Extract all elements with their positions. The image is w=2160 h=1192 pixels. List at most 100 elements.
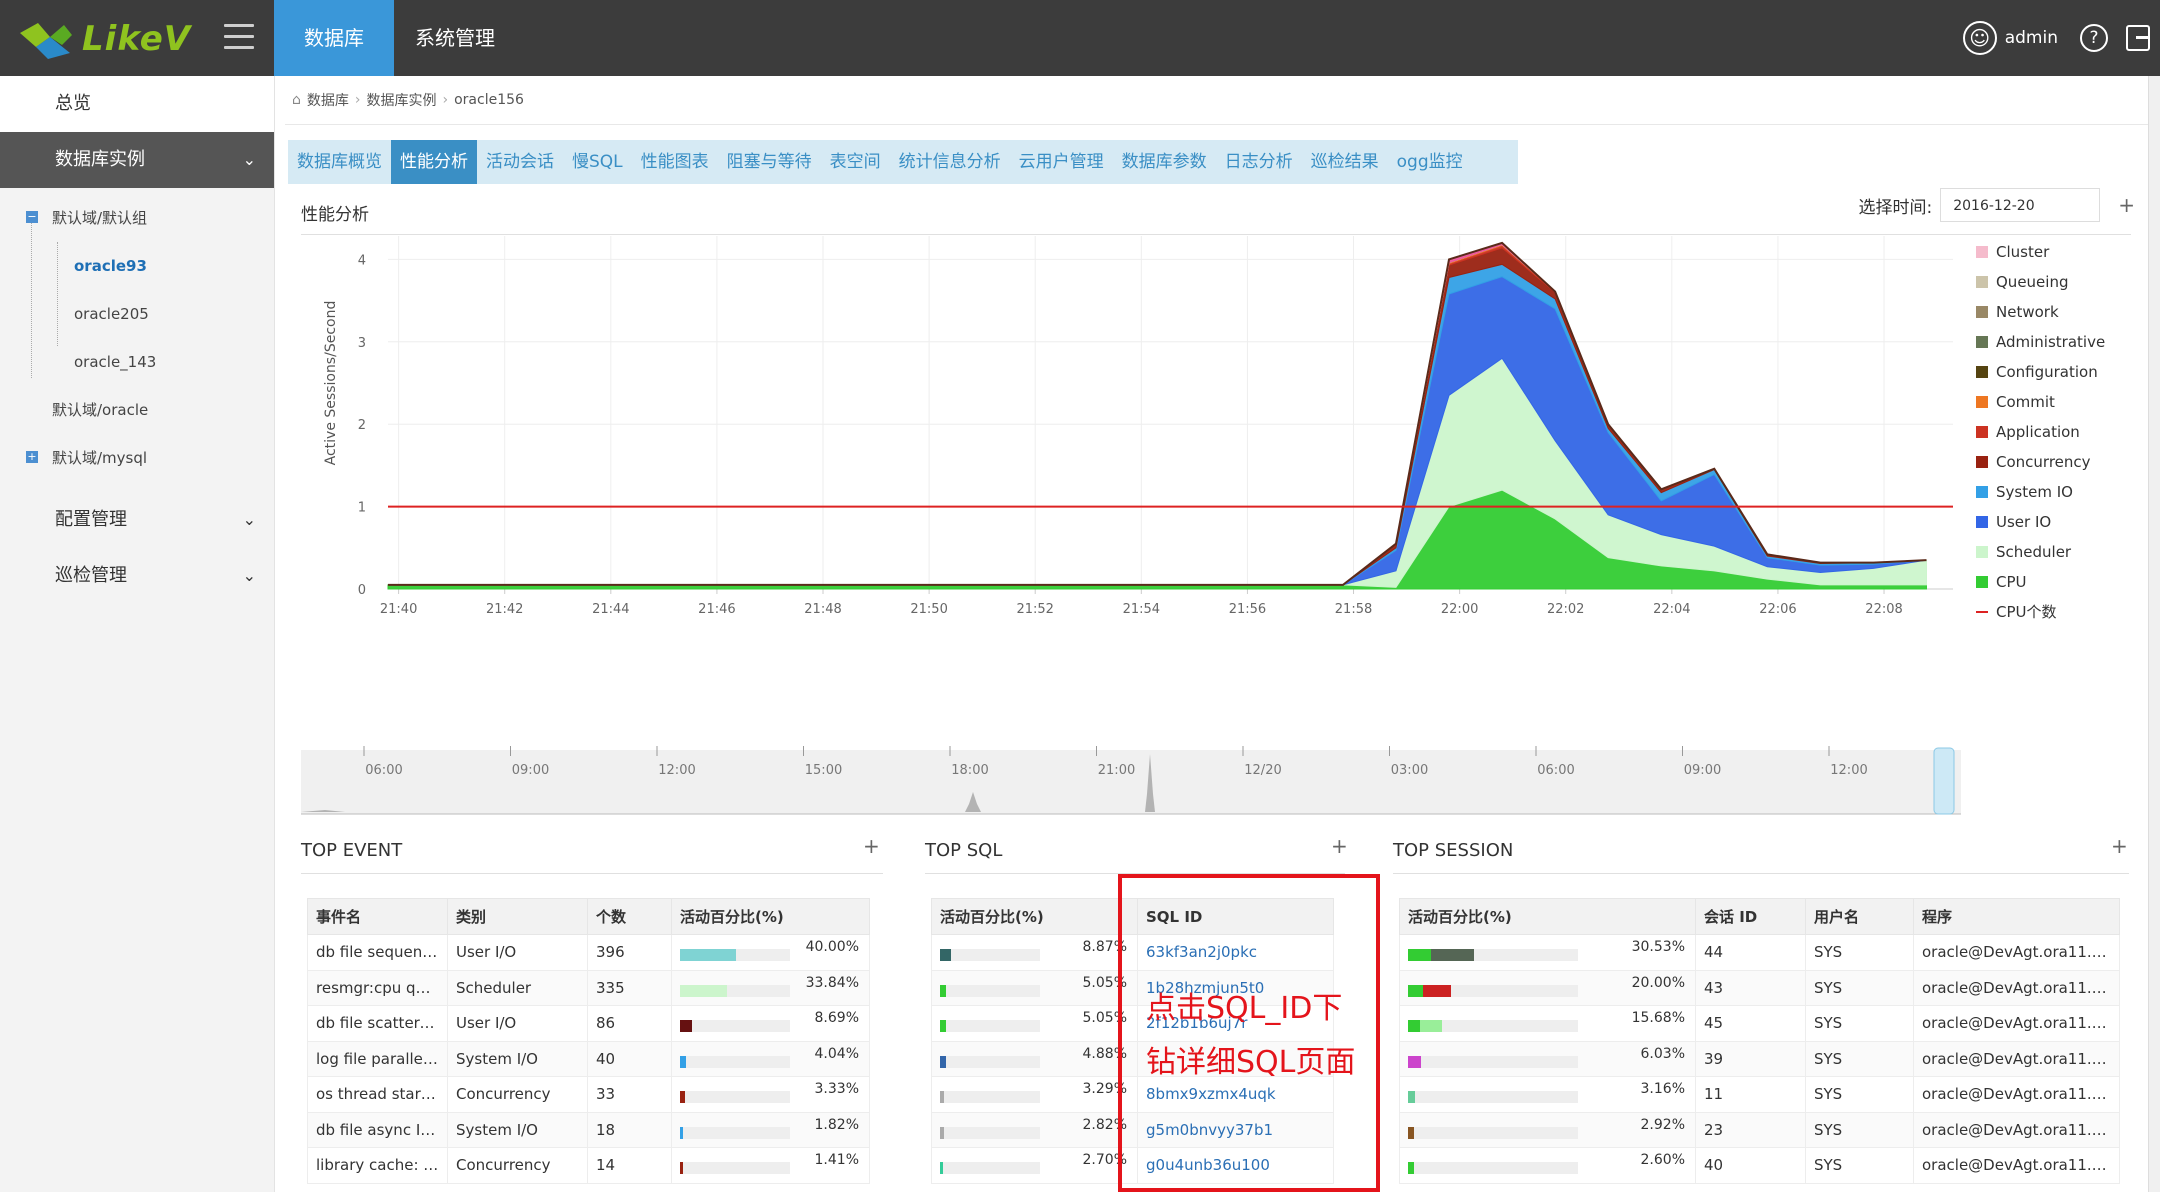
table-row[interactable]: 5.05% 2f12b1b6uj7r	[931, 1005, 1334, 1042]
column-header[interactable]: 活动百分比(%)	[671, 898, 870, 935]
legend-item[interactable]: Network	[1996, 303, 2059, 321]
sql-id-link[interactable]: 2f12b1b6uj7r	[1146, 1014, 1247, 1032]
table-row[interactable]: 2.70% g0u4unb36u100	[931, 1147, 1334, 1184]
table-row[interactable]: 20.00% 43SYSoracle@DevAgt.ora11.rhel6 ...	[1399, 969, 2120, 1006]
sql-id-link[interactable]: g5m0bnvyy37b1	[1146, 1121, 1273, 1139]
table-row[interactable]: 3.16% 11SYSoracle@DevAgt.ora11.rhel6 ...	[1399, 1076, 2120, 1113]
breadcrumb-item[interactable]: 数据库	[307, 90, 349, 110]
tree-item[interactable]: oracle_143	[0, 338, 274, 386]
sql-id-link[interactable]: 63kf3an2j0pkc	[1146, 943, 1257, 961]
table-row[interactable]: 4.88%	[931, 1040, 1334, 1077]
tab-5[interactable]: 性能图表	[632, 140, 718, 184]
tree-item[interactable]: + 默认域/mysql	[0, 434, 274, 482]
table-row[interactable]: db file async I/O ... System I/O 18 1.82%	[307, 1111, 870, 1148]
tab-3[interactable]: 活动会话	[477, 140, 563, 184]
legend-item[interactable]: Scheduler	[1996, 543, 2072, 561]
column-header[interactable]: 活动百分比(%)	[931, 898, 1138, 935]
tree-item[interactable]: oracle205	[0, 290, 274, 338]
legend-item[interactable]: Application	[1996, 423, 2080, 441]
legend-item[interactable]: Administrative	[1996, 333, 2105, 351]
table-row[interactable]: 15.68% 45SYSoracle@DevAgt.ora11.rhel6 ...	[1399, 1005, 2120, 1042]
legend-item[interactable]: Concurrency	[1996, 453, 2091, 471]
tab-2[interactable]: 性能分析	[391, 140, 477, 184]
sql-id-link[interactable]: 1b28hzmjun5t0	[1146, 979, 1264, 997]
tab-1[interactable]: 数据库概览	[288, 140, 391, 184]
sql-id-link[interactable]: 8bmx9xzmx4uqk	[1146, 1085, 1276, 1103]
table-row[interactable]: 2.92% 23SYSoracle@DevAgt.ora11.rhel6 ...	[1399, 1111, 2120, 1148]
table-row[interactable]: 30.53% 44SYSoracle@DevAgt.ora11.rhel6 ...	[1399, 934, 2120, 971]
collapse-icon[interactable]: −	[26, 211, 38, 223]
tab-9[interactable]: 云用户管理	[1010, 140, 1113, 184]
scrollbar[interactable]	[2148, 76, 2160, 1192]
legend-item[interactable]: User IO	[1996, 513, 2051, 531]
table-row[interactable]: 6.03% 39SYSoracle@DevAgt.ora11.rhel6 ...	[1399, 1040, 2120, 1077]
tree-item[interactable]: − 默认域/默认组	[0, 194, 274, 242]
table-row[interactable]: db file sequential... User I/O 396 40.00%	[307, 934, 870, 971]
table-row[interactable]: 3.29% 8bmx9xzmx4uqk	[931, 1076, 1334, 1113]
plus-icon[interactable]: +	[1331, 834, 1348, 858]
sql-id-link[interactable]: g0u4unb36u100	[1146, 1156, 1270, 1174]
table-row[interactable]: log file parallel w... System I/O 40 4.04%	[307, 1040, 870, 1077]
sidebar-item-overview[interactable]: 总览	[0, 76, 274, 132]
tab-7[interactable]: 表空间	[821, 140, 890, 184]
sidebar-section-inspect[interactable]: 巡检管理 ⌄	[0, 548, 274, 604]
navigator-handle[interactable]	[1933, 747, 1955, 815]
legend-item[interactable]: Cluster	[1996, 243, 2050, 261]
column-header[interactable]: 程序	[1913, 898, 2120, 935]
tree-item[interactable]: oracle93	[0, 242, 274, 290]
plus-icon[interactable]: +	[863, 834, 880, 858]
column-header[interactable]: 类别	[447, 898, 588, 935]
column-header[interactable]: 用户名	[1805, 898, 1914, 935]
table-row[interactable]: library cache: mu... Concurrency 14 1.41%	[307, 1147, 870, 1184]
area-series-user-io[interactable]	[388, 276, 1927, 586]
column-header[interactable]: SQL ID	[1137, 898, 1334, 935]
legend-item[interactable]: CPU	[1996, 573, 2027, 591]
table-row[interactable]: os thread startup Concurrency 33 3.33%	[307, 1076, 870, 1113]
column-header[interactable]: 事件名	[307, 898, 448, 935]
legend-item[interactable]: System IO	[1996, 483, 2073, 501]
tab-10[interactable]: 数据库参数	[1113, 140, 1216, 184]
expand-icon[interactable]: +	[26, 451, 38, 463]
user-avatar-icon[interactable]: ☺	[1962, 21, 1997, 55]
tab-8[interactable]: 统计信息分析	[890, 140, 1010, 184]
plus-icon[interactable]: +	[2111, 834, 2128, 858]
table-row[interactable]: resmgr:cpu quan... Scheduler 335 33.84%	[307, 969, 870, 1006]
legend-item[interactable]: Configuration	[1996, 363, 2098, 381]
column-header[interactable]: 个数	[587, 898, 672, 935]
sidebar-section-db-instances[interactable]: 数据库实例 ⌄	[0, 132, 274, 188]
breadcrumb-item: oracle156	[454, 92, 524, 108]
topnav-system-management[interactable]: 系统管理	[400, 0, 510, 76]
plus-icon[interactable]: +	[2118, 193, 2135, 217]
legend-item[interactable]: CPU个数	[1996, 603, 2057, 621]
navigator-tick-label: 03:00	[1391, 763, 1428, 778]
breadcrumb-item[interactable]: 数据库实例	[367, 90, 437, 110]
help-icon[interactable]: ?	[2080, 24, 2108, 52]
date-input[interactable]: 2016-12-20	[1940, 188, 2101, 222]
area-series-scheduler[interactable]	[388, 357, 1927, 588]
table-row[interactable]: 8.87% 63kf3an2j0pkc	[931, 934, 1334, 971]
legend-swatch	[1976, 456, 1988, 468]
table-row[interactable]: db file scattered ... User I/O 86 8.69%	[307, 1005, 870, 1042]
topnav-database[interactable]: 数据库	[274, 0, 394, 76]
event-class: System I/O	[447, 1111, 588, 1148]
sql-id-cell	[1137, 1040, 1334, 1077]
sidebar-section-config[interactable]: 配置管理 ⌄	[0, 492, 274, 548]
logo[interactable]: LikeV	[18, 14, 191, 64]
table-row[interactable]: 2.60% 40SYSoracle@DevAgt.ora11.rhel6 ...	[1399, 1147, 2120, 1184]
legend-item[interactable]: Queueing	[1996, 273, 2068, 291]
table-row[interactable]: 2.82% g5m0bnvyy37b1	[931, 1111, 1334, 1148]
tab-4[interactable]: 慢SQL	[563, 140, 632, 184]
tab-6[interactable]: 阻塞与等待	[718, 140, 821, 184]
legend-item[interactable]: Commit	[1996, 393, 2055, 411]
column-header[interactable]: 会话 ID	[1695, 898, 1806, 935]
tab-11[interactable]: 日志分析	[1216, 140, 1302, 184]
tab-13[interactable]: ogg监控	[1388, 140, 1472, 184]
username[interactable]: admin	[2005, 28, 2058, 48]
menu-toggle-icon[interactable]	[224, 24, 254, 52]
column-header[interactable]: 活动百分比(%)	[1399, 898, 1696, 935]
logout-icon[interactable]	[2126, 25, 2150, 51]
table-row[interactable]: 5.05% 1b28hzmjun5t0	[931, 969, 1334, 1006]
legend-swatch	[1976, 366, 1988, 378]
tree-item[interactable]: 默认域/oracle	[0, 386, 274, 434]
tab-12[interactable]: 巡检结果	[1302, 140, 1388, 184]
